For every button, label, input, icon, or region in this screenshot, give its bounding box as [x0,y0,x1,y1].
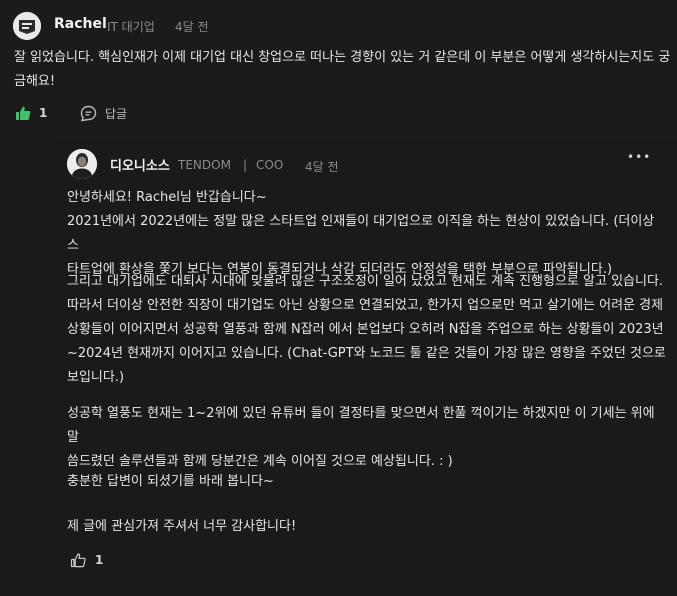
comment-time: 4달 전 [175,20,209,34]
reply-like-count: 1 [95,553,104,567]
reply-author[interactable]: 디오니소스 [110,155,170,174]
reply-company: TENDOM [178,158,231,172]
like-count: 1 [39,106,48,120]
reply-comment-icon [80,105,97,122]
comment-affiliation: IT 대기업 [107,20,155,34]
comment-author[interactable]: Rachel [54,16,107,32]
avatar[interactable] [13,12,41,40]
reply-time: 4달 전 [305,160,339,174]
reply-paragraph-4: 충분한 답변이 되셨기를 바래 봅니다~ [67,474,274,489]
like-button[interactable]: 1 [15,105,47,121]
avatar-logo-icon [13,12,41,40]
reply-paragraph-3: 성공학 열풍도 현재는 1~2위에 있던 유튜버 들이 결정타를 맞으면서 한풀… [67,406,655,469]
thumbs-up-outline-icon [70,553,86,568]
profile-photo-icon [67,149,97,179]
reply-paragraph-1: 안녕하세요! Rachel님 반갑습니다~ 2021년에서 2022년에는 정말… [67,190,655,277]
reply-avatar[interactable] [67,149,97,179]
reply-role: COO [256,158,284,172]
reply-button[interactable]: 답글 [80,105,127,122]
reply-paragraph-2: 그리고 대기업에도 대퇴사 시대에 맞물려 많은 구조조정이 일어 났었고 현재… [67,274,666,385]
more-icon: ••• [627,150,652,164]
reply-label: 답글 [105,107,128,121]
meta-separator: | [243,158,248,172]
reply-paragraph-5: 제 글에 관심가져 주셔서 너무 감사합니다! [67,519,297,534]
more-options-button[interactable]: ••• [627,150,651,164]
thumbs-up-icon [16,106,31,120]
reply-like-button[interactable]: 1 [70,552,103,568]
comment-body: 잘 읽었습니다. 핵심인재가 이제 대기업 대신 창업으로 떠나는 경향이 있는… [14,50,671,89]
